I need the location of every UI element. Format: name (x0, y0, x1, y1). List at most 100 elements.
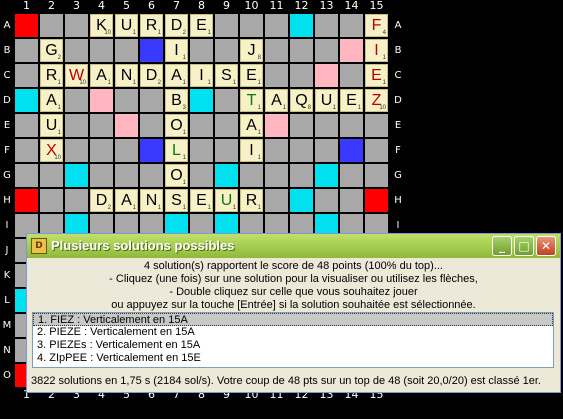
tile-letter: U (45, 117, 58, 134)
board-square[interactable] (215, 89, 238, 112)
board-square[interactable] (315, 114, 338, 137)
board-square[interactable] (290, 139, 313, 162)
board-square[interactable] (90, 89, 113, 112)
board-square[interactable] (315, 164, 338, 187)
row-label: D (394, 95, 402, 106)
board-square[interactable] (340, 14, 363, 37)
board-square[interactable] (265, 64, 288, 87)
maximize-button[interactable]: □ (514, 236, 534, 256)
board-square[interactable] (365, 114, 388, 137)
solutions-list[interactable]: 1. FIEZ : Verticalement en 15A 2. PIEZE … (32, 312, 554, 368)
board-square[interactable] (90, 39, 113, 62)
board-square[interactable] (40, 164, 63, 187)
board-square[interactable] (265, 114, 288, 137)
board-square[interactable] (115, 39, 138, 62)
board-square[interactable] (65, 39, 88, 62)
board-square[interactable] (265, 189, 288, 212)
board-square[interactable] (315, 139, 338, 162)
board-square[interactable] (65, 189, 88, 212)
board-square[interactable] (40, 14, 63, 37)
solution-item[interactable]: 4. ZIpPEE : Verticalement en 15E (33, 352, 553, 365)
board-square[interactable] (265, 39, 288, 62)
board-square[interactable] (90, 164, 113, 187)
board-square[interactable] (115, 89, 138, 112)
tile-letter: E (371, 67, 382, 84)
board-square[interactable] (215, 14, 238, 37)
board-square[interactable] (65, 114, 88, 137)
board-square[interactable] (190, 139, 213, 162)
board-square[interactable] (340, 189, 363, 212)
board-square[interactable] (265, 14, 288, 37)
board-square[interactable] (240, 14, 263, 37)
board-square[interactable] (315, 39, 338, 62)
board-square[interactable] (65, 14, 88, 37)
board-square[interactable] (215, 139, 238, 162)
board-square[interactable] (240, 164, 263, 187)
tile-points: 10 (79, 80, 86, 86)
solution-item[interactable]: 3. PIEZEs : Verticalement en 15A (33, 339, 553, 352)
close-button[interactable]: ✕ (536, 236, 556, 256)
dialog-titlebar[interactable]: D Plusieurs solutions possibles _ □ ✕ (27, 234, 560, 258)
board-square[interactable] (190, 164, 213, 187)
letter-tile: I1 (240, 139, 263, 162)
board-square[interactable] (15, 139, 38, 162)
board-square[interactable] (65, 139, 88, 162)
board-square[interactable] (190, 39, 213, 62)
board-square[interactable] (15, 14, 38, 37)
board-square[interactable] (215, 39, 238, 62)
board-square[interactable] (315, 189, 338, 212)
board-square[interactable] (140, 89, 163, 112)
row-label: E (394, 120, 402, 131)
tile-letter: A (246, 117, 257, 134)
board-square[interactable] (315, 14, 338, 37)
board-square[interactable] (265, 164, 288, 187)
board-square[interactable] (15, 164, 38, 187)
board-square[interactable] (215, 114, 238, 137)
board-square[interactable] (15, 89, 38, 112)
board-square[interactable] (140, 114, 163, 137)
board-square[interactable] (115, 139, 138, 162)
solution-item[interactable]: 1. FIEZ : Verticalement en 15A (33, 313, 553, 326)
board-square[interactable] (40, 189, 63, 212)
board-square[interactable] (315, 64, 338, 87)
board-square[interactable] (190, 89, 213, 112)
board-square[interactable] (15, 39, 38, 62)
board-square[interactable] (15, 64, 38, 87)
board-square[interactable] (140, 164, 163, 187)
board-square[interactable] (140, 139, 163, 162)
board-square[interactable] (265, 139, 288, 162)
board-square[interactable] (365, 139, 388, 162)
board-square[interactable] (215, 164, 238, 187)
board-square[interactable] (340, 39, 363, 62)
board-square[interactable] (115, 164, 138, 187)
board-square[interactable] (65, 164, 88, 187)
board-square[interactable] (290, 39, 313, 62)
board-square[interactable] (15, 114, 38, 137)
board-square[interactable] (115, 114, 138, 137)
board-square[interactable] (340, 64, 363, 87)
row-label: A (3, 20, 11, 31)
board-square[interactable] (290, 64, 313, 87)
board-square[interactable] (340, 139, 363, 162)
board-square[interactable] (340, 164, 363, 187)
board-square[interactable] (340, 114, 363, 137)
board-square[interactable] (140, 39, 163, 62)
board-square[interactable] (90, 114, 113, 137)
board-square[interactable] (365, 164, 388, 187)
app-icon: D (31, 238, 47, 254)
board-square[interactable] (290, 14, 313, 37)
board-square[interactable] (190, 114, 213, 137)
tile-letter: A (46, 92, 57, 109)
board-square[interactable] (15, 189, 38, 212)
minimize-button[interactable]: _ (492, 236, 512, 256)
status-text: 3822 solutions en 1,75 s (2184 sol/s). V… (31, 375, 541, 387)
solution-item[interactable]: 2. PIEZE : Verticalement en 15A (33, 326, 553, 339)
board-square[interactable] (290, 189, 313, 212)
column-label: 1 (23, 0, 30, 12)
board-square[interactable] (290, 164, 313, 187)
board-square[interactable] (90, 139, 113, 162)
board-square[interactable] (290, 114, 313, 137)
board-square[interactable] (65, 89, 88, 112)
tile-points: 1 (57, 105, 61, 111)
board-square[interactable] (365, 189, 388, 212)
